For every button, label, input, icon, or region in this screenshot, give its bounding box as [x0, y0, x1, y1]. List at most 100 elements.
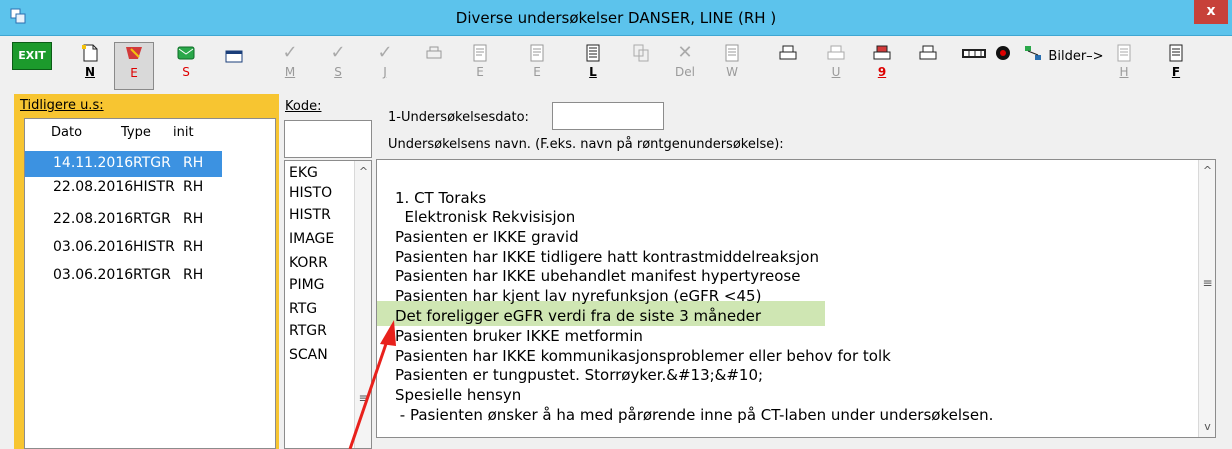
list-item[interactable]: IMAGE	[289, 231, 334, 247]
column-date: Dato	[51, 125, 83, 140]
e3-label: E	[533, 65, 541, 79]
previous-exams-list[interactable]: Dato Type init 14.11.2016 RTGR RH 22.08.…	[24, 118, 276, 449]
list-item[interactable]: RTG	[289, 301, 317, 317]
text-line: Pasienten er IKKE gravid	[395, 228, 579, 246]
m-label: M	[284, 65, 296, 79]
text-line: Pasienten er tungpustet. Storrøyker.&#13…	[395, 366, 764, 384]
edit-icon	[126, 47, 142, 59]
scroll-grip-icon[interactable]: ≡	[355, 391, 372, 405]
previous-exams-header: Tidligere u.s:	[20, 98, 104, 113]
printer-icon	[426, 46, 442, 59]
print-preview-button[interactable]	[424, 42, 444, 90]
delete-label: Del	[675, 65, 695, 79]
tape-button[interactable]	[960, 42, 988, 90]
f-button[interactable]: F	[1166, 42, 1186, 90]
u-label: U	[831, 65, 841, 79]
u-button[interactable]: U	[826, 42, 846, 90]
scroll-down-icon[interactable]: v	[1199, 420, 1216, 433]
w-label: W	[726, 65, 738, 79]
document-icon	[473, 44, 487, 62]
print-button[interactable]	[778, 42, 798, 90]
previous-exams-panel: Tidligere u.s: Dato Type init 14.11.2016…	[14, 94, 279, 449]
edit-button[interactable]: E	[114, 42, 154, 90]
text-line: Pasienten har IKKE ubehandlet manifest h…	[395, 267, 801, 285]
l-label: L	[589, 65, 597, 79]
s-button[interactable]: ✓ S	[328, 42, 348, 90]
scroll-up-icon[interactable]: ^	[1199, 164, 1216, 177]
new-label: N	[84, 65, 96, 79]
title-bar: Diverse undersøkelser DANSER, LINE (RH )…	[0, 0, 1232, 36]
network-icon	[1025, 46, 1041, 60]
delete-button[interactable]: ✕ Del	[672, 42, 698, 90]
column-type: Type	[121, 125, 151, 140]
text-line: 1. CT Toraks	[395, 189, 487, 207]
s-label: S	[334, 65, 342, 79]
printer-icon	[919, 45, 937, 60]
word-document-icon	[725, 44, 739, 62]
exit-label: EXIT	[12, 42, 52, 70]
text-line: Pasienten har IKKE kommunikasjonsproblem…	[395, 347, 891, 365]
textarea-scrollbar[interactable]: ^ ≡ v	[1198, 160, 1215, 437]
window-title: Diverse undersøkelser DANSER, LINE (RH )	[455, 9, 777, 27]
list-item[interactable]: HISTO	[289, 185, 332, 201]
exit-button[interactable]: EXIT	[12, 42, 52, 90]
new-button[interactable]: N	[80, 42, 100, 90]
kode-scrollbar[interactable]: ^ ≡	[354, 161, 371, 448]
text-line: Pasienten har IKKE tidligere hatt kontra…	[395, 248, 819, 266]
table-row[interactable]: 03.06.2016 RTGR RH	[25, 263, 222, 289]
list-item[interactable]: PIMG	[289, 277, 325, 293]
e3-button[interactable]: E	[527, 42, 547, 90]
exam-name-label: Undersøkelsens navn. (F.eks. navn på røn…	[388, 137, 784, 152]
exam-date-label: 1-Undersøkelsesdato:	[388, 110, 529, 125]
j-button[interactable]: ✓ J	[375, 42, 395, 90]
bilder-button[interactable]: Bilder–>	[1046, 42, 1106, 90]
tape-icon	[962, 49, 986, 58]
e2-button[interactable]: E	[470, 42, 490, 90]
h-button[interactable]: H	[1114, 42, 1134, 90]
list-item[interactable]: RTGR	[289, 323, 327, 339]
print-button-2[interactable]	[918, 42, 938, 90]
e2-label: E	[476, 65, 484, 79]
kode-input[interactable]	[284, 120, 372, 158]
table-row[interactable]: 03.06.2016 HISTR RH	[25, 235, 222, 261]
previous-exams-column-header: Dato Type init	[25, 123, 275, 143]
w-button[interactable]: W	[722, 42, 742, 90]
text-line: Elektronisk Rekvisisjon	[395, 208, 576, 226]
kode-label: Kode:	[285, 99, 322, 114]
document-icon	[1169, 44, 1183, 62]
calendar-button[interactable]	[224, 42, 244, 90]
m-button[interactable]: ✓ M	[280, 42, 300, 90]
list-item[interactable]: KORR	[289, 255, 328, 271]
send-label: S	[182, 65, 190, 79]
copy-icon	[633, 44, 649, 62]
printer-icon	[873, 45, 891, 60]
scroll-up-icon[interactable]: ^	[355, 165, 372, 178]
link-button[interactable]	[1022, 42, 1044, 90]
list-document-icon	[586, 44, 600, 62]
check-icon: ✓	[377, 42, 393, 63]
list-item[interactable]: HISTR	[289, 207, 331, 223]
list-item[interactable]: SCAN	[289, 347, 328, 363]
table-row[interactable]: 22.08.2016 RTGR RH	[25, 207, 222, 233]
record-icon	[996, 46, 1010, 60]
nine-button[interactable]: 9	[872, 42, 892, 90]
toolbar: EXIT N E S ✓ M ✓ S ✓ J E E L ✕ Del W U 9…	[0, 36, 1232, 94]
close-button[interactable]: x	[1194, 0, 1228, 24]
copy-button[interactable]	[631, 42, 651, 90]
scroll-grip-icon[interactable]: ≡	[1199, 276, 1216, 290]
send-button[interactable]: S	[176, 42, 196, 90]
kode-list[interactable]: EKG HISTO HISTR IMAGE KORR PIMG RTG RTGR…	[284, 160, 372, 449]
h-label: H	[1119, 65, 1129, 79]
text-line: Det foreligger eGFR verdi fra de siste 3…	[395, 307, 761, 325]
l-button[interactable]: L	[583, 42, 603, 90]
table-row[interactable]: 22.08.2016 HISTR RH	[25, 175, 222, 201]
text-line: Spesielle hensyn	[395, 386, 522, 404]
exam-description-textarea[interactable]: 1. CT Toraks Elektronisk Rekvisisjon Pas…	[376, 159, 1216, 438]
check-icon: ✓	[282, 42, 298, 63]
table-row[interactable]: 14.11.2016 RTGR RH	[25, 151, 222, 177]
text-line: - Pasienten ønsker å ha med pårørende in…	[395, 406, 994, 424]
list-item[interactable]: EKG	[289, 165, 318, 181]
calendar-icon	[225, 50, 243, 63]
exam-date-input[interactable]	[552, 102, 664, 130]
record-button[interactable]	[992, 42, 1014, 90]
